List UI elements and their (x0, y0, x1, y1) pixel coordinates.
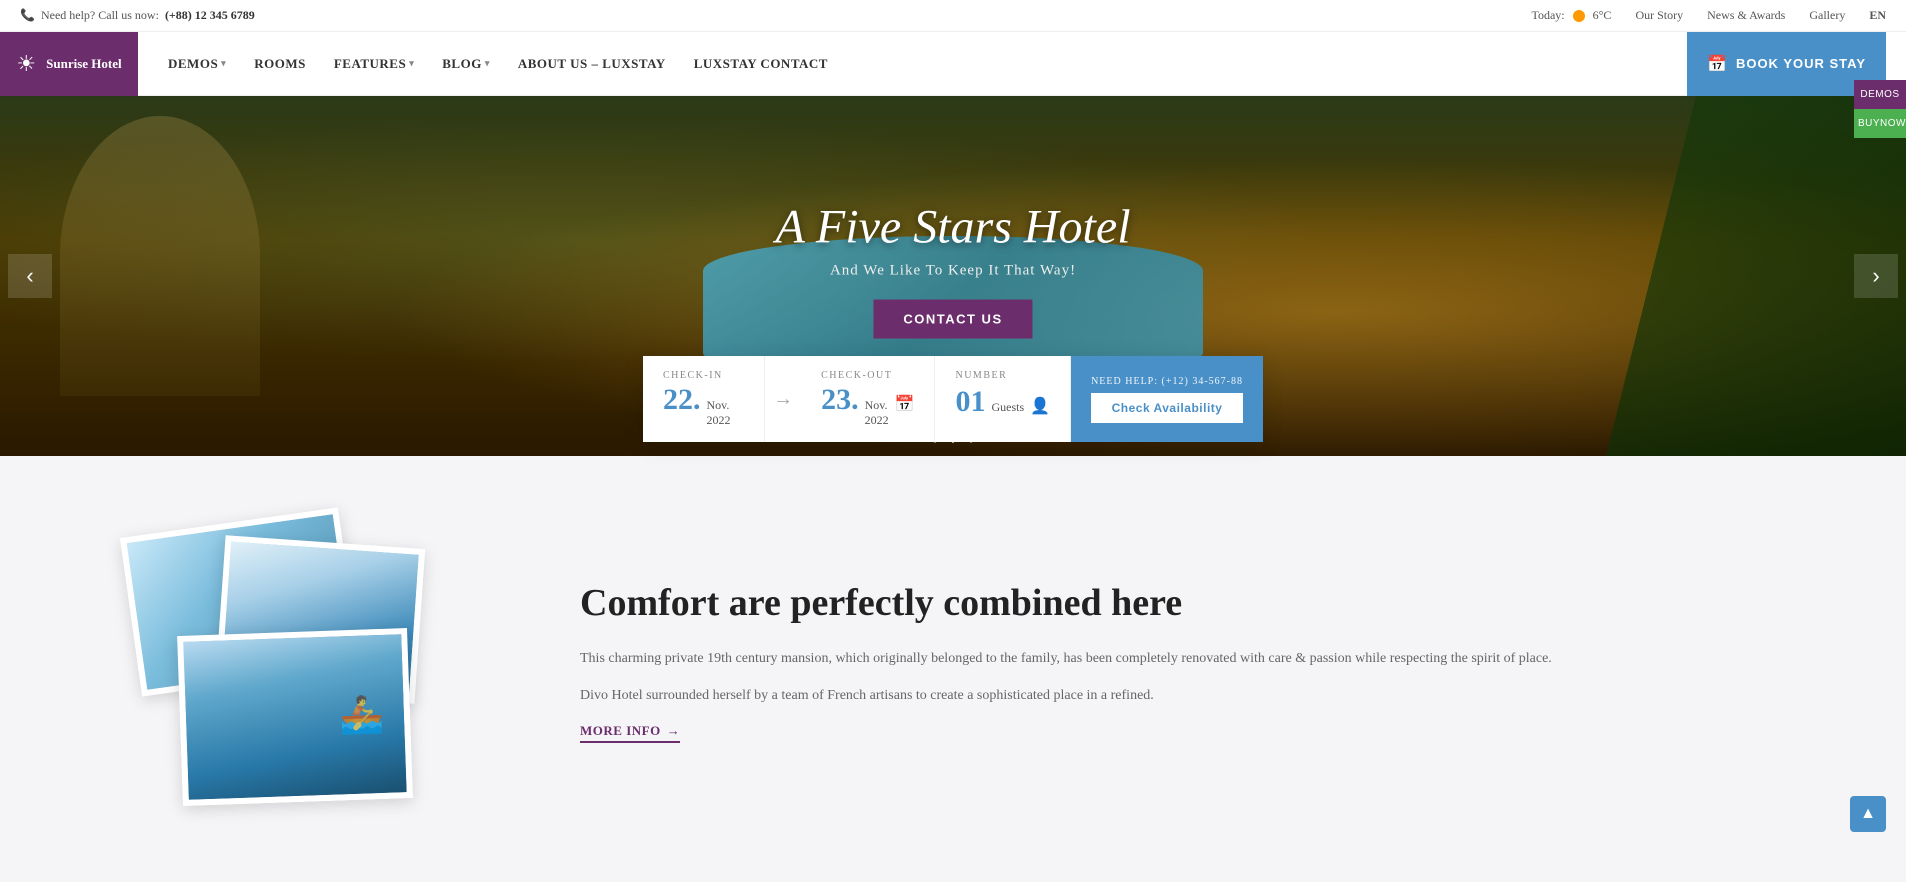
booking-bar: CHECK-IN 22. Nov. 2022 → CHECK-OUT 23. N… (643, 356, 1263, 442)
header: ☀ Sunrise Hotel DEMOS ▾ ROOMS FEATURES ▾… (0, 32, 1906, 96)
phone-icon: 📞 (20, 8, 35, 23)
checkout-day: 23. (821, 385, 859, 415)
checkin-date-row: 22. Nov. 2022 (663, 385, 744, 428)
booking-bar-wrapper: CHECK-IN 22. Nov. 2022 → CHECK-OUT 23. N… (0, 406, 1906, 442)
weather-widget: Today: 6°C (1531, 6, 1611, 26)
nav-blog[interactable]: BLOG ▾ (442, 56, 490, 72)
phone-number[interactable]: (+88) 12 345 6789 (165, 8, 255, 23)
checkout-date-row: 23. Nov. 2022 📅 (821, 385, 914, 428)
hero-next-button[interactable]: › (1854, 254, 1898, 298)
guests-section: NUMBER 01 Guests 👤 (935, 356, 1071, 442)
buynow-widget-button[interactable]: BuyNow (1854, 109, 1906, 138)
guests-label: Guests (991, 400, 1024, 415)
checkin-section: CHECK-IN 22. Nov. 2022 (643, 356, 765, 442)
main-nav: DEMOS ▾ ROOMS FEATURES ▾ BLOG ▾ ABOUT US… (168, 56, 828, 72)
number-label: NUMBER (955, 370, 1050, 381)
nav-demos[interactable]: DEMOS ▾ (168, 56, 226, 72)
checkin-day: 22. (663, 385, 701, 415)
hero-arch (60, 116, 260, 396)
about-section: ❄ 🏛 🚣 Comfort are perfectly combined her… (0, 442, 1906, 882)
weather-today-label: Today: (1531, 8, 1564, 23)
chevron-down-icon: ▾ (485, 58, 490, 69)
temperature: 6°C (1593, 8, 1612, 23)
side-widgets: Demos BuyNow (1854, 80, 1906, 138)
logo-area[interactable]: ☀ Sunrise Hotel (0, 32, 138, 96)
sun-icon (1569, 6, 1589, 26)
logo-text: Sunrise Hotel (46, 56, 121, 72)
hero-content: A Five Stars Hotel And We Like To Keep I… (775, 200, 1130, 339)
checkin-month: Nov. 2022 (707, 398, 745, 428)
help-label: NEED HELP: (+12) 34-567-88 (1091, 376, 1243, 387)
guests-count: 01 (955, 385, 985, 419)
our-story-link[interactable]: Our Story (1635, 8, 1683, 23)
demos-widget-button[interactable]: Demos (1854, 80, 1906, 109)
about-desc-1: This charming private 19th century mansi… (580, 647, 1786, 671)
checkout-section: CHECK-OUT 23. Nov. 2022 📅 (801, 356, 935, 442)
person-icon: 🚣 (338, 693, 384, 737)
check-availability-button[interactable]: Check Availability (1091, 393, 1243, 423)
contact-us-button[interactable]: CONTACT US (873, 300, 1032, 339)
date-arrow: → (765, 356, 801, 442)
nav-about[interactable]: ABOUT US – LUXSTAY (518, 56, 666, 72)
more-info-link[interactable]: MORE INFO → (580, 723, 680, 743)
top-bar-left: 📞 Need help? Call us now: (+88) 12 345 6… (20, 8, 255, 23)
calendar-icon-guests[interactable]: 👤 (1030, 396, 1050, 416)
gallery-link[interactable]: Gallery (1809, 8, 1845, 23)
nav-contact[interactable]: LUXSTAY CONTACT (694, 56, 828, 72)
photo-card-3: 🚣 (177, 628, 413, 806)
chevron-down-icon: ▾ (221, 58, 226, 69)
top-bar-right: Today: 6°C Our Story News & Awards Galle… (1531, 6, 1886, 26)
calendar-icon: 📅 (1707, 54, 1728, 74)
checkin-label: CHECK-IN (663, 370, 744, 381)
checkout-label: CHECK-OUT (821, 370, 914, 381)
about-title: Comfort are perfectly combined here (580, 581, 1786, 627)
phone-help-label: Need help? Call us now: (41, 8, 159, 23)
about-desc-2: Divo Hotel surrounded herself by a team … (580, 684, 1786, 708)
hero-prev-button[interactable]: ‹ (8, 254, 52, 298)
photos-collage: ❄ 🏛 🚣 (120, 502, 500, 822)
hero-title: A Five Stars Hotel (775, 200, 1130, 255)
booking-help-section: NEED HELP: (+12) 34-567-88 Check Availab… (1071, 356, 1263, 442)
nav-features[interactable]: FEATURES ▾ (334, 56, 414, 72)
logo-icon: ☀ (16, 51, 36, 77)
nav-rooms[interactable]: ROOMS (254, 56, 306, 72)
scroll-to-top-button[interactable]: ▲ (1850, 796, 1886, 832)
news-awards-link[interactable]: News & Awards (1707, 8, 1785, 23)
chevron-down-icon: ▾ (409, 58, 414, 69)
about-text: Comfort are perfectly combined here This… (580, 581, 1786, 743)
language-selector[interactable]: EN (1869, 8, 1886, 23)
guests-row: 01 Guests 👤 (955, 385, 1050, 419)
checkout-month: Nov. 2022 (865, 398, 889, 428)
top-bar: 📞 Need help? Call us now: (+88) 12 345 6… (0, 0, 1906, 32)
hero-subtitle: And We Like To Keep It That Way! (775, 263, 1130, 280)
calendar-icon-checkout[interactable]: 📅 (895, 394, 915, 414)
